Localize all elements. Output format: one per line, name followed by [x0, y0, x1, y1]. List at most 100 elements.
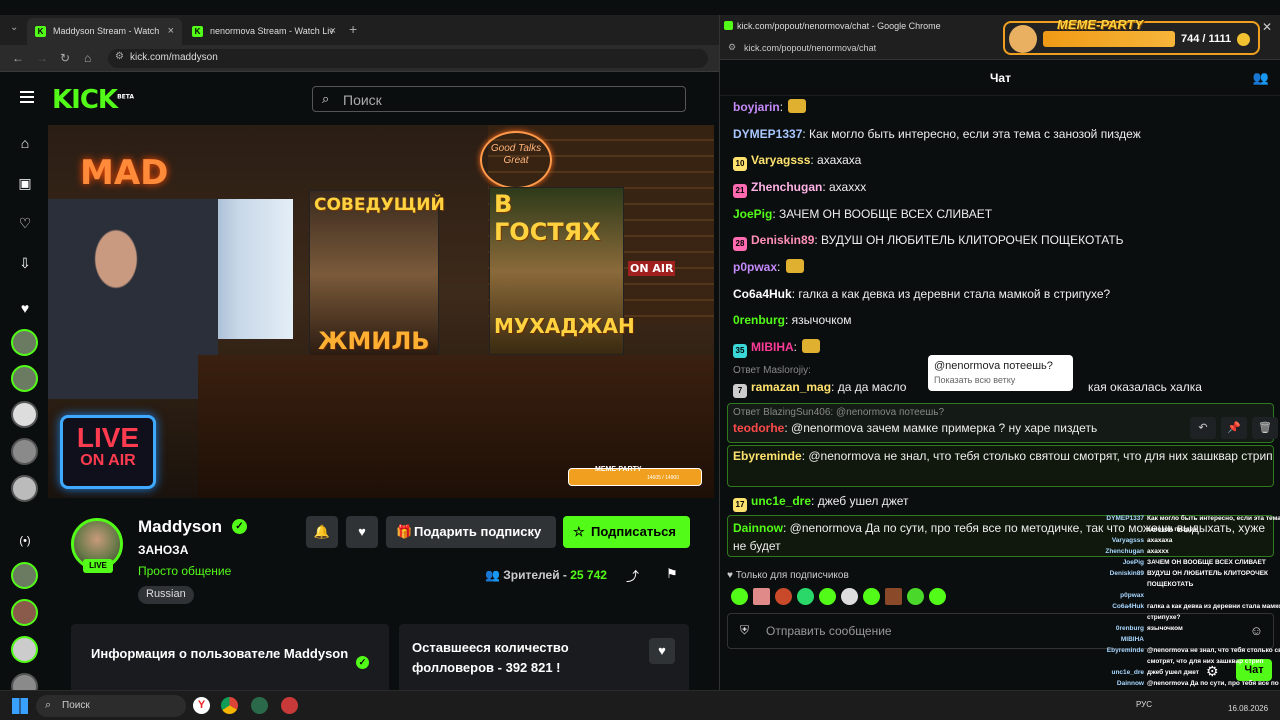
followed-channel-avatar[interactable]: [11, 365, 38, 392]
pin-icon[interactable]: 📌: [1221, 417, 1247, 439]
chat-message[interactable]: 17 unc1e_dre: джеб ушел джет: [733, 492, 1273, 512]
reload-icon[interactable]: ↻: [60, 51, 70, 65]
chat-text: : ахахxx: [822, 180, 867, 194]
chat-username[interactable]: MIBIHA: [751, 340, 794, 354]
chat-message[interactable]: 0renburg: язычочком: [733, 311, 1273, 329]
chat-message[interactable]: p0pwax:: [733, 258, 1273, 276]
language-indicator[interactable]: РУС: [1136, 700, 1152, 709]
menu-icon[interactable]: [20, 91, 34, 103]
emote-icon[interactable]: [885, 588, 902, 605]
coin-icon: [1237, 33, 1250, 46]
chat-message[interactable]: Co6a4Huk: галка а как девка из деревни с…: [733, 285, 1273, 303]
emote-icon[interactable]: [819, 588, 836, 605]
emote-icon[interactable]: [731, 588, 748, 605]
kick-favicon-icon: K: [35, 26, 46, 37]
app-icon[interactable]: [251, 697, 268, 714]
notifications-button[interactable]: 🔔: [306, 516, 338, 548]
users-icon[interactable]: 👥: [1253, 60, 1269, 96]
followed-channel-avatar[interactable]: [11, 401, 38, 428]
chat-username[interactable]: Varyagsss: [751, 153, 810, 167]
followed-channel-avatar[interactable]: [11, 438, 38, 465]
app-icon[interactable]: [281, 697, 298, 714]
emote-icon[interactable]: [841, 588, 858, 605]
gift-sub-button[interactable]: 🎁 Подарить подписку: [386, 516, 556, 548]
url-field[interactable]: ⚙ kick.com/maddyson: [108, 49, 708, 68]
windows-start-icon[interactable]: [12, 698, 28, 714]
thread-tooltip[interactable]: @nenormova потеешь? Показать всю ветку: [928, 355, 1073, 391]
chat-username[interactable]: 0renburg: [733, 313, 785, 327]
follow-heart-button[interactable]: ♥: [346, 516, 378, 548]
subscribe-button[interactable]: ☆ Подписаться: [563, 516, 690, 548]
followed-channel-avatar[interactable]: [11, 475, 38, 502]
clip-icon[interactable]: ⚑: [666, 566, 678, 582]
recommended-channel-avatar[interactable]: [11, 562, 38, 589]
chat-username[interactable]: Ebyreminde: [733, 449, 802, 463]
tab-close-icon[interactable]: ×: [168, 25, 174, 37]
meme-title: MEME-PARTY: [1057, 17, 1144, 32]
search-input[interactable]: ⌕ Поиск: [312, 86, 686, 112]
recommended-channel-avatar[interactable]: [11, 636, 38, 663]
heart-icon[interactable]: ♥: [649, 638, 675, 664]
following-nav-icon[interactable]: ♡: [16, 215, 34, 233]
chat-username[interactable]: unc1e_dre: [751, 494, 811, 508]
window-close-icon[interactable]: ✕: [1262, 20, 1272, 34]
browser-tab-bar: ⌄ K Maddyson Stream - Watch × K nenormov…: [0, 15, 720, 45]
chat-username[interactable]: p0pwax: [733, 260, 777, 274]
chat-username[interactable]: JoePig: [733, 207, 772, 221]
delete-icon[interactable]: 🗑: [1252, 417, 1278, 439]
followed-channel-avatar[interactable]: [11, 329, 38, 356]
channel-name[interactable]: Maddyson: [138, 517, 222, 537]
home-nav-icon[interactable]: ⌂: [16, 135, 34, 153]
emote-icon[interactable]: [863, 588, 880, 605]
chat-username[interactable]: DYMEP1337: [733, 127, 802, 141]
chat-username[interactable]: Zhenchugan: [751, 180, 822, 194]
viewers-number: 25 742: [570, 568, 607, 582]
chat-username[interactable]: ramazan_mag: [751, 380, 831, 394]
chat-message[interactable]: Ebyreminde: @nenormova не знал, что тебя…: [733, 447, 1273, 465]
chat-username[interactable]: Deniskin89: [751, 233, 814, 247]
back-icon[interactable]: ←: [12, 51, 24, 65]
chat-username[interactable]: Dainnow: [733, 521, 783, 535]
language-tag[interactable]: Russian: [138, 586, 194, 604]
home-icon[interactable]: ⌂: [84, 51, 91, 65]
emote-icon[interactable]: [775, 588, 792, 605]
yandex-browser-icon[interactable]: Y: [193, 697, 210, 714]
new-tab-button[interactable]: +: [349, 21, 357, 37]
overlay-username: MIBIHA: [1120, 636, 1144, 643]
stream-category[interactable]: Просто общение: [138, 564, 231, 578]
recommended-channel-avatar[interactable]: [11, 599, 38, 626]
chat-username[interactable]: teodorhe: [733, 421, 784, 435]
overlay-chat-row: смотрят, что для них зашквар стрип: [1090, 658, 1280, 669]
chrome-icon[interactable]: [221, 697, 238, 714]
tab-maddyson[interactable]: K Maddyson Stream - Watch ×: [27, 18, 182, 45]
reply-icon[interactable]: ↶: [1190, 417, 1216, 439]
emote-icon[interactable]: [797, 588, 814, 605]
chat-message[interactable]: boyjarin:: [733, 98, 1273, 116]
chat-message[interactable]: 21 Zhenchugan: ахахxx: [733, 178, 1273, 198]
chat-message[interactable]: 28 Deniskin89: ВУДУШ ОН ЛЮБИТЕЛЬ КЛИТОРОЧ…: [733, 231, 1273, 251]
chat-message[interactable]: JoePig: ЗАЧЕМ ОН ВООБЩЕ ВСЕХ СЛИВАЕТ: [733, 205, 1273, 223]
user-info-card[interactable]: Информация о пользователе Maddyson ✓: [71, 624, 389, 694]
leaderboard-nav-icon[interactable]: ⇩: [16, 255, 34, 273]
taskbar-search[interactable]: ⌕ Поиск: [36, 695, 186, 717]
emote-icon: [788, 99, 807, 113]
chat-username[interactable]: Co6a4Huk: [733, 287, 792, 301]
forward-icon[interactable]: →: [36, 51, 48, 65]
emote-icon[interactable]: [907, 588, 924, 605]
chat-username[interactable]: boyjarin: [733, 100, 780, 114]
browse-nav-icon[interactable]: ▣: [16, 175, 34, 193]
share-icon[interactable]: ⤴: [626, 566, 639, 585]
tab-list-icon[interactable]: ⌄: [10, 22, 18, 33]
site-info-icon[interactable]: ⚙: [115, 51, 124, 62]
kick-logo[interactable]: KICKBETA: [52, 85, 134, 115]
chat-message[interactable]: 10 Varyagsss: ахахаха: [733, 151, 1273, 171]
tab-close-icon[interactable]: ×: [330, 25, 336, 37]
emote-icon[interactable]: [753, 588, 770, 605]
chat-message[interactable]: DYMEP1337: Как могло быть интересно, есл…: [733, 125, 1273, 143]
chat-text: :: [793, 340, 801, 354]
followers-goal-card[interactable]: Оставшееся количество фолловеров - 392 8…: [399, 624, 689, 694]
poster-v-gostyakh: В ГОСТЯХ МУХАДЖАН: [489, 187, 635, 355]
tab-nenormova[interactable]: K nenormova Stream - Watch Liv ×: [184, 18, 344, 45]
emote-icon[interactable]: [929, 588, 946, 605]
show-thread-link[interactable]: Показать всю ветку: [934, 373, 1067, 387]
